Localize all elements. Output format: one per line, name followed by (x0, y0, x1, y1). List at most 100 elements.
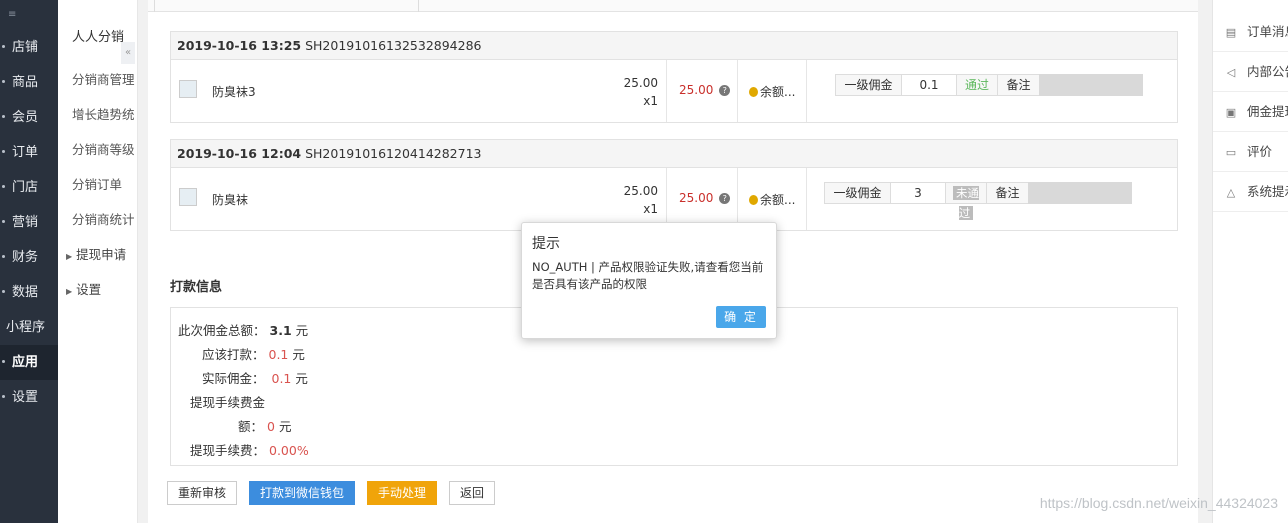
nav-item-miniprogram[interactable]: 小程序 (0, 310, 58, 345)
column-divider (666, 168, 667, 230)
nav-item-marketing[interactable]: 营销 (0, 205, 58, 240)
column-divider (666, 60, 667, 122)
total-commission-row: 此次佣金总额： 3.1 元 (178, 320, 308, 339)
total-commission-label: 此次佣金总额： (178, 323, 266, 338)
product-thumbnail (179, 188, 197, 206)
fee-rate-row: 提现手续费： 0.00% (190, 440, 309, 459)
right-item-commission-withdraw[interactable]: ▣ 佣金提现 (1213, 92, 1288, 132)
top-tab-bar (148, 0, 1198, 12)
nav-item-stores[interactable]: 门店 (0, 170, 58, 205)
note-input[interactable] (1028, 182, 1132, 204)
subnav-link-distributor-stats[interactable]: 分销商统计 (58, 202, 137, 237)
help-icon[interactable]: ? (719, 193, 731, 204)
subnav-group-withdraw[interactable]: ▶ 提现申请 (58, 237, 137, 272)
bullet-icon (2, 115, 5, 118)
dialog-title: 提示 (532, 236, 560, 252)
dialog-ok-button[interactable]: 确 定 (716, 306, 766, 328)
nav-item-shop[interactable]: 店铺 (0, 30, 58, 65)
order-total: 25.00 ? (679, 191, 731, 205)
subnav-link-growth-trend[interactable]: 增长趋势统 (58, 97, 137, 132)
nav-item-label: 财务 (12, 250, 39, 265)
right-item-label: 内部公告 (1247, 64, 1288, 79)
nav-item-settings[interactable]: 设置 (0, 380, 58, 415)
column-divider (737, 168, 738, 230)
manual-process-button[interactable]: 手动处理 (367, 481, 438, 505)
bullet-icon (2, 220, 5, 223)
payment-method: 余额... (749, 83, 795, 100)
fee-amount-label-row: 提现手续费金 (190, 392, 265, 411)
tab-divider (154, 0, 155, 12)
order-total-value: 25.00 (679, 191, 714, 205)
order-card: 2019-10-16 12:04 SH20191016120414282713 … (170, 139, 1178, 231)
order-total-value: 25.00 (679, 83, 714, 97)
product-price: 25.00 x1 (624, 74, 658, 110)
order-card: 2019-10-16 13:25 SH20191016132532894286 … (170, 31, 1178, 123)
bullet-icon (2, 255, 5, 258)
main-sidebar: ≡ 店铺 商品 会员 订单 门店 营销 财务 数据 小程序 应用 设置 (0, 0, 58, 523)
right-item-announcements[interactable]: ◁ 内部公告 (1213, 52, 1288, 92)
back-button[interactable]: 返回 (449, 481, 496, 505)
collapse-chevron-icon[interactable]: « (121, 42, 135, 64)
bullet-icon (2, 45, 5, 48)
note-label: 备注 (986, 182, 1029, 204)
plugin-sidebar: 人人分销 « 分销商管理 增长趋势统 分销商等级 分销订单 分销商统计 ▶ 提现申… (58, 0, 138, 523)
nav-item-finance[interactable]: 财务 (0, 240, 58, 275)
actual-commission-value: 0.1 (271, 371, 292, 386)
recheck-button[interactable]: 重新审核 (167, 481, 238, 505)
pay-to-wechat-button[interactable]: 打款到微信钱包 (249, 481, 356, 505)
dialog-message: NO_AUTH | 产品权限验证失败,请查看您当前是否具有该产品的权限 (532, 260, 764, 291)
nav-item-label: 商品 (12, 75, 39, 90)
order-row: 防臭袜3 25.00 x1 25.00 ? 余额... 一级佣金 0.1 通过 备… (171, 60, 1177, 122)
total-commission-number: 3.1 (269, 323, 292, 338)
fee-amount-label: 提现手续费金 (190, 395, 266, 410)
nav-item-orders[interactable]: 订单 (0, 135, 58, 170)
currency-unit: 元 (292, 347, 305, 362)
nav-item-apps[interactable]: 应用 (0, 345, 58, 380)
note-input[interactable] (1039, 74, 1143, 96)
subnav-group-settings[interactable]: ▶ 设置 (58, 272, 137, 307)
right-item-order-messages[interactable]: ▤ 订单消息 (1213, 12, 1288, 52)
right-item-reviews[interactable]: ▭ 评价 (1213, 132, 1288, 172)
coin-icon (749, 195, 758, 205)
actual-commission-row: 实际佣金： 0.1 元 (202, 368, 308, 387)
commission-group: 一级佣金 3 未通过 备注 (824, 182, 1132, 220)
tab-divider (418, 0, 419, 12)
nav-item-members[interactable]: 会员 (0, 100, 58, 135)
payment-method-label: 余额... (760, 193, 796, 207)
due-amount-row: 应该打款： 0.1 元 (202, 344, 305, 363)
speaker-icon: ◁ (1226, 66, 1236, 79)
payment-method: 余额... (749, 191, 795, 208)
unit-price: 25.00 (623, 76, 658, 90)
subnav-group-label: 提现申请 (76, 247, 127, 262)
note-label: 备注 (997, 74, 1040, 96)
column-divider (806, 168, 807, 230)
right-item-system-tips[interactable]: △ 系统提示 (1213, 172, 1288, 212)
wallet-icon: ▣ (1225, 106, 1237, 119)
nav-item-label: 会员 (12, 110, 39, 125)
subnav-link-distributor-level[interactable]: 分销商等级 (58, 132, 137, 167)
bullet-icon (2, 395, 5, 398)
bell-icon: △ (1226, 186, 1236, 199)
order-total: 25.00 ? (679, 83, 731, 97)
product-price: 25.00 x1 (624, 182, 658, 218)
order-number: SH20191016132532894286 (305, 38, 482, 53)
due-amount-label: 应该打款： (202, 347, 265, 362)
nav-item-data[interactable]: 数据 (0, 275, 58, 310)
product-name: 防臭袜3 (212, 85, 256, 99)
nav-item-label: 订单 (12, 145, 39, 160)
commission-label: 一级佣金 (824, 182, 891, 204)
nav-item-goods[interactable]: 商品 (0, 65, 58, 100)
plugin-title: 人人分销 « (58, 18, 137, 64)
status-badge: 未通过 (945, 182, 987, 220)
comment-icon: ▭ (1225, 146, 1237, 159)
fee-amount-label-cont: 额： (238, 419, 264, 434)
sidebar-toggle-icon[interactable]: ≡ (0, 0, 58, 30)
bullet-icon (2, 185, 5, 188)
right-item-label: 订单消息 (1247, 24, 1288, 39)
actual-commission-label: 实际佣金： (202, 371, 265, 386)
nav-item-label: 营销 (12, 215, 39, 230)
help-icon[interactable]: ? (719, 85, 731, 96)
subnav-link-distributor-manage[interactable]: 分销商管理 (58, 62, 137, 97)
subnav-link-distribution-orders[interactable]: 分销订单 (58, 167, 137, 202)
currency-unit: 元 (278, 419, 292, 434)
